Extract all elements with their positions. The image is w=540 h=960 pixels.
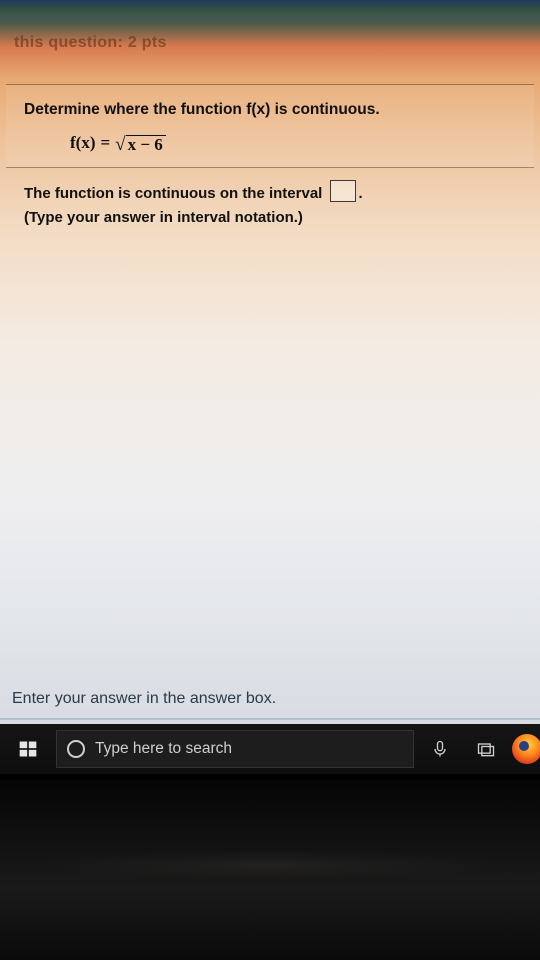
search-placeholder: Type here to search	[95, 740, 232, 758]
bezel-glow	[40, 850, 500, 880]
taskbar: Type here to search	[0, 724, 540, 774]
task-view-icon	[476, 739, 496, 759]
equation-lhs: f(x)	[70, 133, 95, 153]
equation-radicand: x − 6	[126, 135, 166, 153]
windows-icon	[18, 739, 38, 759]
answer-text-after: .	[359, 185, 363, 202]
question-card: Determine where the function f(x) is con…	[6, 84, 534, 168]
equation-equals: =	[97, 133, 113, 153]
cortana-circle-icon	[67, 740, 85, 758]
taskbar-mic-button[interactable]	[420, 729, 460, 769]
enter-answer-hint: Enter your answer in the answer box.	[0, 680, 540, 719]
start-button[interactable]	[6, 729, 50, 769]
radical-symbol: √	[115, 136, 125, 154]
interval-answer-input[interactable]	[330, 180, 356, 202]
task-view-button[interactable]	[466, 729, 506, 769]
taskbar-search[interactable]: Type here to search	[56, 730, 414, 768]
square-root-icon: √ x − 6	[115, 135, 166, 153]
answer-text-before: The function is continuous on the interv…	[24, 185, 322, 202]
question-equation: f(x) = √ x − 6	[24, 133, 516, 153]
content-spacer	[0, 237, 540, 681]
question-prompt: Determine where the function f(x) is con…	[24, 101, 516, 119]
question-header: this question: 2 pts	[0, 14, 540, 84]
header-faint-text: this question: 2 pts	[14, 34, 167, 51]
firefox-icon[interactable]	[512, 734, 540, 764]
answer-hint: (Type your answer in interval notation.)	[24, 207, 516, 229]
window-top-strip	[0, 0, 540, 14]
microphone-icon	[430, 739, 450, 759]
answer-area: The function is continuous on the interv…	[6, 168, 534, 237]
